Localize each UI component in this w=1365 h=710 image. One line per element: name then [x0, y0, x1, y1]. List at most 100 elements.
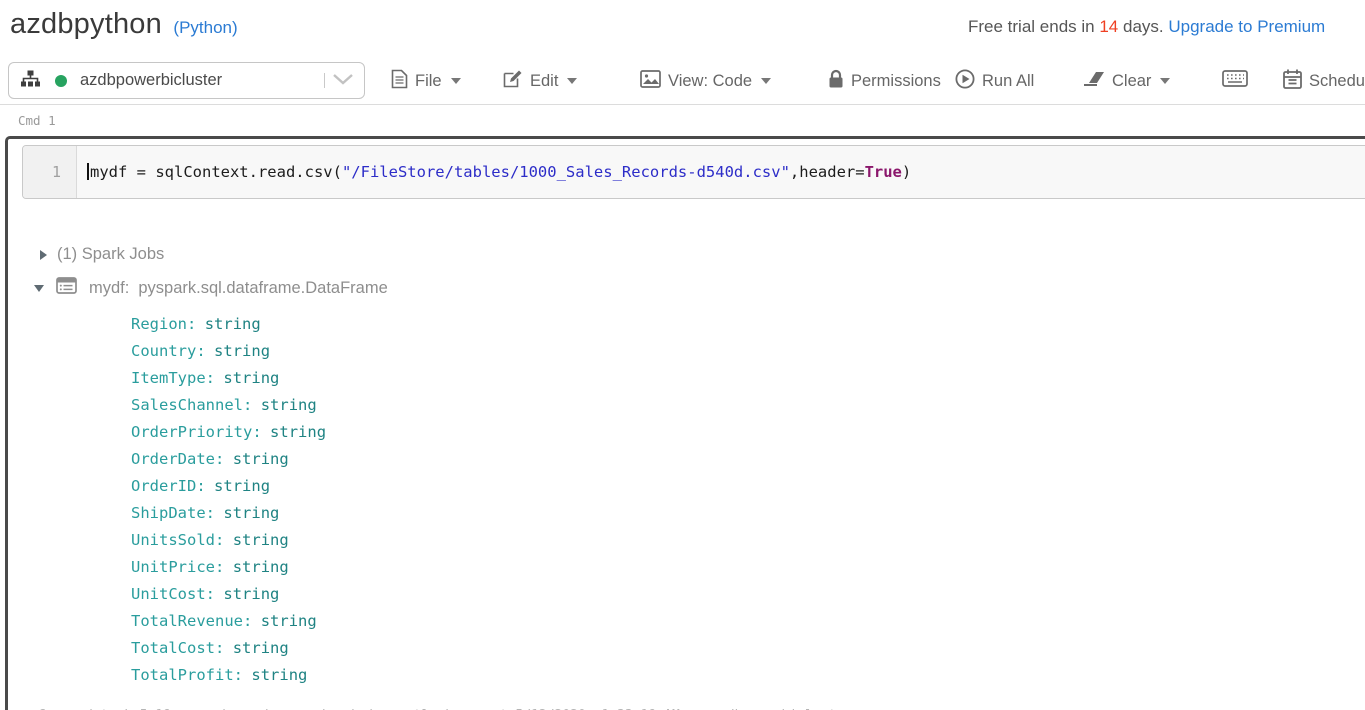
schema-field: Region: string — [131, 311, 852, 338]
field-type: string — [232, 450, 289, 468]
schema-field: OrderPriority: string — [131, 419, 852, 446]
caret-down-icon — [761, 78, 772, 84]
lock-icon — [828, 69, 844, 94]
field-type: string — [214, 342, 271, 360]
notebook-toolbar: azdbpowerbicluster File Edit View: Code — [0, 57, 1365, 105]
chevron-down-icon — [332, 72, 354, 90]
field-type: string — [223, 585, 280, 603]
field-type: string — [270, 423, 327, 441]
field-type: string — [232, 558, 289, 576]
run-all-label: Run All — [982, 71, 1035, 90]
spark-jobs-expander[interactable]: (1) Spark Jobs — [40, 245, 852, 264]
eraser-icon — [1083, 71, 1105, 91]
field-name: UnitCost: — [131, 585, 215, 603]
field-type: string — [251, 666, 308, 684]
field-type: string — [204, 315, 261, 333]
field-name: OrderID: — [131, 477, 206, 495]
caret-down-icon — [567, 78, 578, 84]
field-name: OrderDate: — [131, 450, 225, 468]
schema-field: Country: string — [131, 338, 852, 365]
dataframe-name: mydf: — [89, 278, 130, 297]
field-name: OrderPriority: — [131, 423, 262, 441]
view-menu-label: View: Code — [668, 71, 753, 90]
code-line[interactable]: mydf = sqlContext.read.csv("/FileStore/t… — [77, 146, 1365, 198]
calendar-icon — [1283, 69, 1302, 94]
field-name: UnitsSold: — [131, 531, 225, 549]
code-plain: mydf = sqlContext.read.csv( — [90, 163, 342, 181]
field-type: string — [223, 504, 280, 522]
field-name: SalesChannel: — [131, 396, 253, 414]
schema-field: UnitPrice: string — [131, 554, 852, 581]
schema-field: ItemType: string — [131, 365, 852, 392]
notebook-language-badge[interactable]: (Python) — [173, 18, 237, 37]
schema-field: ShipDate: string — [131, 500, 852, 527]
schedule-button[interactable]: Schedule — [1283, 57, 1365, 105]
trial-text-suffix: days. — [1118, 17, 1169, 36]
clear-menu[interactable]: Clear — [1083, 57, 1171, 105]
field-name: Region: — [131, 315, 197, 333]
list-icon — [56, 277, 77, 299]
schema-field: OrderDate: string — [131, 446, 852, 473]
field-type: string — [223, 369, 280, 387]
field-name: UnitPrice: — [131, 558, 225, 576]
caret-down-icon — [450, 78, 461, 84]
file-menu[interactable]: File — [391, 57, 461, 105]
field-name: TotalRevenue: — [131, 612, 253, 630]
cluster-dropdown-control[interactable] — [324, 72, 354, 90]
code-string-literal: "/FileStore/tables/1000_Sales_Records-d5… — [341, 163, 790, 181]
code-editor[interactable]: 1 mydf = sqlContext.read.csv("/FileStore… — [22, 145, 1365, 199]
schema-field: TotalRevenue: string — [131, 608, 852, 635]
field-name: Country: — [131, 342, 206, 360]
run-all-icon — [955, 68, 975, 94]
field-name: TotalCost: — [131, 639, 225, 657]
field-type: string — [214, 477, 271, 495]
cmd-label: Cmd 1 — [18, 113, 56, 128]
notebook-cell[interactable]: 1 mydf = sqlContext.read.csv("/FileStore… — [5, 136, 1365, 710]
dataframe-schema: Region: string Country: string ItemType: st… — [131, 311, 852, 689]
trial-banner: Free trial ends in 14 days. Upgrade to P… — [968, 17, 1325, 37]
view-menu[interactable]: View: Code — [640, 57, 772, 105]
code-plain: ) — [901, 163, 912, 181]
field-name: ShipDate: — [131, 504, 215, 522]
trial-days-count: 14 — [1099, 17, 1119, 36]
permissions-button[interactable]: Permissions — [828, 57, 941, 105]
expanded-arrow-icon — [34, 284, 44, 292]
code-keyword: True — [864, 163, 902, 181]
trial-text-prefix: Free trial ends in — [968, 17, 1100, 36]
permissions-label: Permissions — [851, 71, 941, 90]
edit-pencil-icon — [503, 69, 523, 94]
schema-field: UnitCost: string — [131, 581, 852, 608]
clear-menu-label: Clear — [1112, 71, 1152, 90]
field-name: TotalProfit: — [131, 666, 243, 684]
file-menu-label: File — [415, 71, 442, 90]
field-type: string — [232, 639, 289, 657]
cluster-selector[interactable]: azdbpowerbicluster — [8, 62, 365, 99]
schedule-label: Schedule — [1309, 71, 1365, 90]
upgrade-link[interactable]: Upgrade to Premium — [1168, 17, 1325, 36]
notebook-header: azdbpython (Python) — [10, 8, 238, 41]
schema-field: SalesChannel: string — [131, 392, 852, 419]
document-icon — [391, 69, 408, 94]
line-number-gutter: 1 — [23, 146, 77, 198]
collapsed-arrow-icon — [40, 249, 47, 260]
line-number: 1 — [51, 163, 61, 181]
dataframe-type: pyspark.sql.dataframe.DataFrame — [138, 278, 388, 297]
edit-menu-label: Edit — [530, 71, 559, 90]
divider — [324, 73, 325, 88]
field-name: ItemType: — [131, 369, 215, 387]
cluster-status-icon — [55, 74, 67, 87]
schema-field: TotalCost: string — [131, 635, 852, 662]
shortcuts-button[interactable] — [1222, 57, 1248, 105]
image-icon — [640, 69, 661, 93]
code-plain: ,header= — [789, 163, 865, 181]
keyboard-icon — [1222, 70, 1248, 92]
edit-menu[interactable]: Edit — [503, 57, 578, 105]
run-all-button[interactable]: Run All — [955, 57, 1034, 105]
field-type: string — [260, 612, 317, 630]
text-cursor — [87, 163, 89, 180]
caret-down-icon — [1160, 78, 1171, 84]
schema-field: OrderID: string — [131, 473, 852, 500]
dataframe-expander[interactable]: mydf: pyspark.sql.dataframe.DataFrame — [34, 277, 852, 299]
notebook-title: azdbpython — [10, 8, 162, 40]
cluster-name: azdbpowerbicluster — [80, 71, 223, 89]
